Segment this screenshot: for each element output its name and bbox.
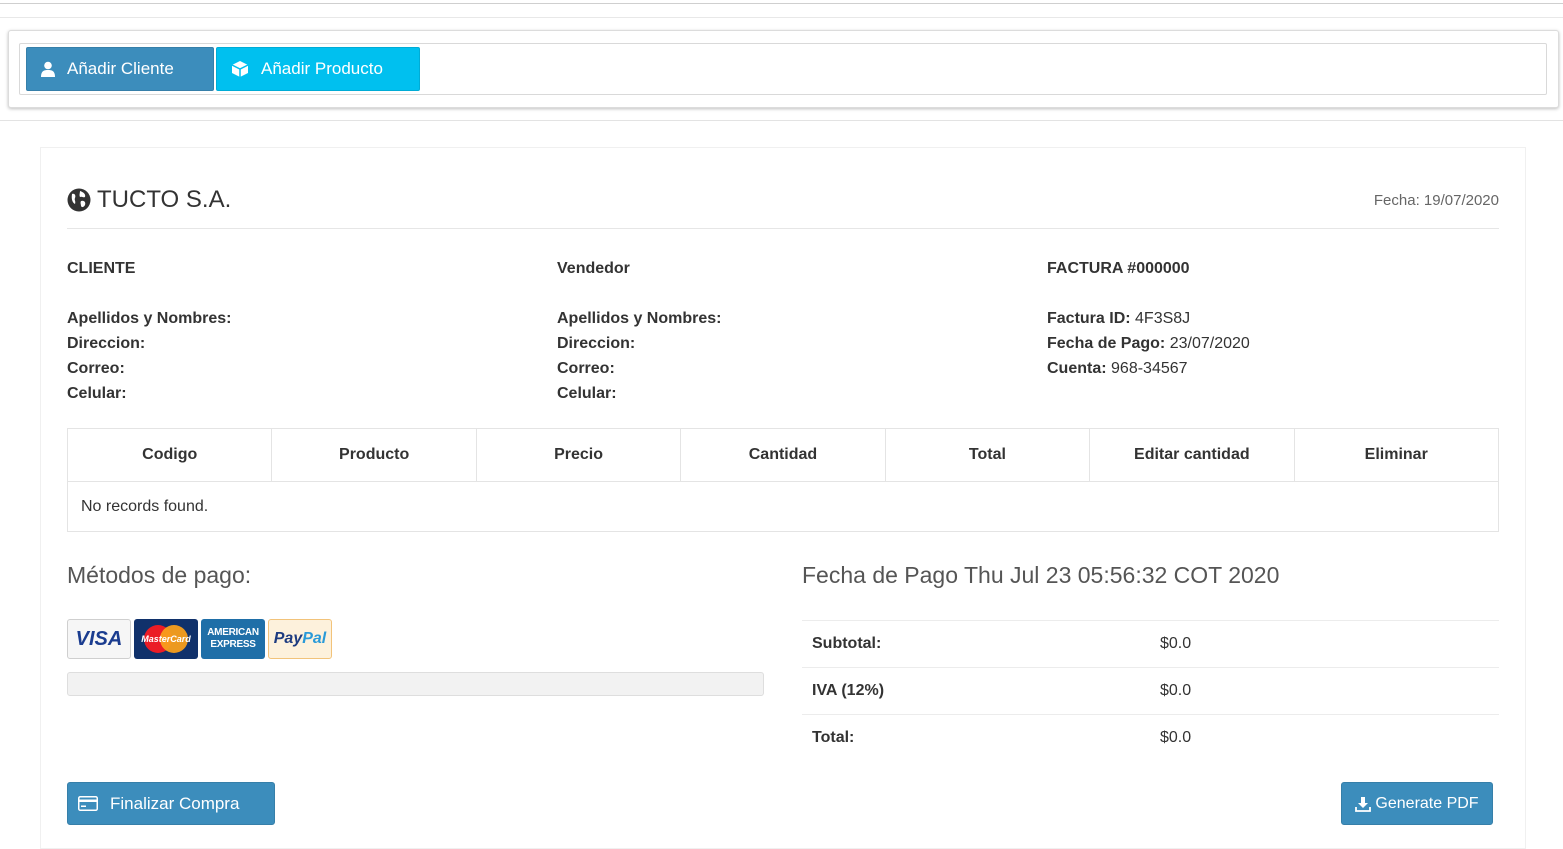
add-client-button[interactable]: Añadir Cliente <box>26 47 214 91</box>
column-header-total[interactable]: Total <box>886 429 1091 481</box>
client-heading: CLIENTE <box>67 260 136 277</box>
column-header-producto[interactable]: Producto <box>272 429 477 481</box>
items-table: Codigo Producto Precio Cantidad Total Ed… <box>67 428 1499 532</box>
totals-table: Subtotal: $0.0 IVA (12%) $0.0 Total: $0.… <box>802 620 1499 761</box>
payment-date-value: 23/07/2020 <box>1169 335 1250 352</box>
invoice-panel: TUCTO S.A. Fecha: 19/07/2020 CLIENTE Ape… <box>40 147 1526 849</box>
client-address-label: Direccion: <box>67 335 146 352</box>
subtotal-row: Subtotal: $0.0 <box>802 620 1499 667</box>
seller-email-label: Correo: <box>557 360 615 377</box>
column-header-eliminar[interactable]: Eliminar <box>1295 429 1498 481</box>
seller-info: Vendedor Apellidos y Nombres: Direccion:… <box>557 256 721 406</box>
cube-icon <box>231 61 249 77</box>
payment-cards: VISA MasterCard AMERICAN EXPRESS Pay Pal <box>67 619 332 659</box>
toolbar-panel: Añadir Cliente Añadir Producto <box>8 30 1559 108</box>
account-label: Cuenta: <box>1047 360 1107 377</box>
column-header-cantidad[interactable]: Cantidad <box>681 429 886 481</box>
paypal-text-pal: Pal <box>302 630 327 647</box>
mastercard-icon: MasterCard <box>134 619 198 659</box>
invoice-number-heading: FACTURA #000000 <box>1047 260 1190 277</box>
column-header-editar[interactable]: Editar cantidad <box>1090 429 1295 481</box>
amex-card-icon: AMERICAN EXPRESS <box>201 619 265 659</box>
seller-address-label: Direccion: <box>557 335 636 352</box>
finalize-purchase-button[interactable]: Finalizar Compra <box>67 782 275 825</box>
add-client-label: Añadir Cliente <box>67 59 174 78</box>
top-border-secondary <box>0 17 1563 18</box>
company-name-text: TUCTO S.A. <box>97 186 232 213</box>
payment-methods-title: Métodos de pago: <box>67 562 252 588</box>
client-info: CLIENTE Apellidos y Nombres: Direccion: … <box>67 256 231 406</box>
subtotal-value: $0.0 <box>1160 635 1192 652</box>
invoice-id-value: 4F3S8J <box>1135 310 1191 327</box>
generate-pdf-button[interactable]: Generate PDF <box>1341 782 1493 825</box>
amex-text-line1: AMERICAN <box>207 627 259 638</box>
paypal-card-icon: Pay Pal <box>268 619 332 659</box>
empty-table-message: No records found. <box>81 498 209 515</box>
client-name-label: Apellidos y Nombres: <box>67 310 232 327</box>
mastercard-text: MasterCard <box>141 634 191 644</box>
total-value: $0.0 <box>1160 729 1192 746</box>
credit-card-icon <box>78 796 98 811</box>
add-product-label: Añadir Producto <box>261 59 383 78</box>
visa-card-icon: VISA <box>67 619 131 659</box>
company-name: TUCTO S.A. <box>67 186 231 214</box>
column-header-codigo[interactable]: Codigo <box>68 429 273 481</box>
visa-text: VISA <box>75 627 123 650</box>
payment-date-label: Fecha de Pago: <box>1047 335 1166 352</box>
iva-row: IVA (12%) $0.0 <box>802 667 1499 714</box>
account-value: 968-34567 <box>1111 360 1188 377</box>
paypal-text-pay: Pay <box>273 630 303 647</box>
add-product-button[interactable]: Añadir Producto <box>216 47 420 91</box>
invoice-info: FACTURA #000000 Factura ID: 4F3S8J Fecha… <box>1047 256 1250 381</box>
total-row: Total: $0.0 <box>802 714 1499 761</box>
top-border <box>0 3 1563 4</box>
download-icon <box>1355 796 1372 812</box>
invoice-id-label: Factura ID: <box>1047 310 1131 327</box>
invoice-header: TUCTO S.A. Fecha: 19/07/2020 <box>67 186 1499 229</box>
user-icon <box>41 61 55 77</box>
generate-pdf-label: Generate PDF <box>1375 794 1479 812</box>
payment-progress-bar <box>67 672 764 696</box>
seller-heading: Vendedor <box>557 260 630 277</box>
total-label: Total: <box>812 729 855 746</box>
seller-phone-label: Celular: <box>557 385 617 402</box>
seller-name-label: Apellidos y Nombres: <box>557 310 722 327</box>
table-header: Codigo Producto Precio Cantidad Total Ed… <box>68 429 1498 482</box>
globe-icon <box>67 188 91 212</box>
payment-datetime: Fecha de Pago Thu Jul 23 05:56:32 COT 20… <box>802 562 1280 588</box>
invoice-date: Fecha: 19/07/2020 <box>1373 192 1499 209</box>
column-header-precio[interactable]: Precio <box>477 429 682 481</box>
toolbar: Añadir Cliente Añadir Producto <box>19 43 1547 95</box>
client-email-label: Correo: <box>67 360 125 377</box>
amex-text-line2: EXPRESS <box>210 639 256 650</box>
subtotal-label: Subtotal: <box>812 635 882 652</box>
finalize-purchase-label: Finalizar Compra <box>110 793 240 813</box>
iva-label: IVA (12%) <box>812 682 885 699</box>
iva-value: $0.0 <box>1160 682 1192 699</box>
client-phone-label: Celular: <box>67 385 127 402</box>
section-divider <box>0 120 1563 121</box>
